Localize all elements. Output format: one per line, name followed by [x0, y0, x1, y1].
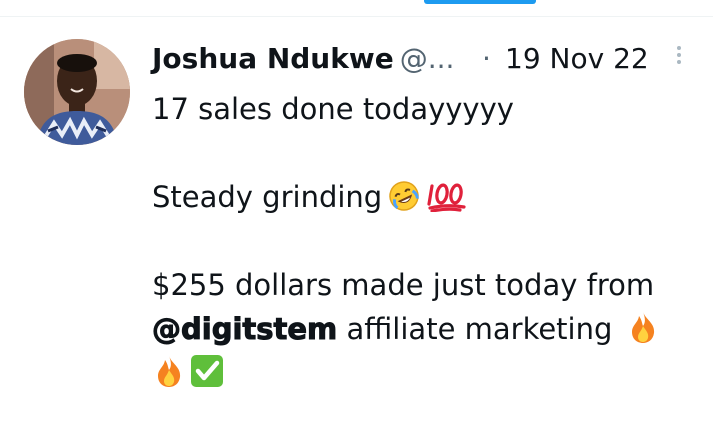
text-line-2-wrap: Steady grinding	[152, 175, 692, 219]
tweet-date[interactable]: 19 Nov 22	[505, 41, 649, 77]
top-strip	[0, 0, 713, 17]
text-line-2: Steady grinding	[152, 180, 383, 214]
text-line-4-wrap: @digitstem affiliate marketing	[151, 307, 692, 351]
text-line-4: affiliate marketing	[346, 312, 613, 346]
rolling-on-floor-laughing-emoji-icon	[388, 180, 420, 212]
author-name[interactable]: Joshua Ndukwe	[152, 42, 394, 75]
author-handle[interactable]: @...	[400, 42, 455, 75]
hundred-points-emoji-icon	[426, 180, 468, 212]
tweet-text: 17 sales done todayyyyy Steady grinding	[151, 87, 692, 395]
mention-link[interactable]: @digitstem	[151, 312, 337, 347]
tweet[interactable]: Joshua Ndukwe @... · 19 Nov 22 17 sales d…	[0, 17, 713, 434]
text-line-5-wrap	[152, 351, 692, 395]
more-vertical-icon[interactable]	[672, 43, 686, 73]
separator-dot: ·	[482, 42, 491, 75]
avatar[interactable]	[24, 39, 130, 145]
fire-emoji-icon	[628, 310, 658, 344]
avatar-image	[24, 39, 130, 145]
tweet-header: Joshua Ndukwe @... · 19 Nov 22	[152, 41, 672, 81]
check-mark-button-emoji-icon	[190, 354, 224, 388]
fire-emoji-icon	[154, 354, 184, 388]
active-tab-indicator	[424, 0, 536, 4]
text-line-3: $255 dollars made just today from	[152, 268, 655, 302]
text-line-1: 17 sales done todayyyyy	[152, 92, 514, 126]
